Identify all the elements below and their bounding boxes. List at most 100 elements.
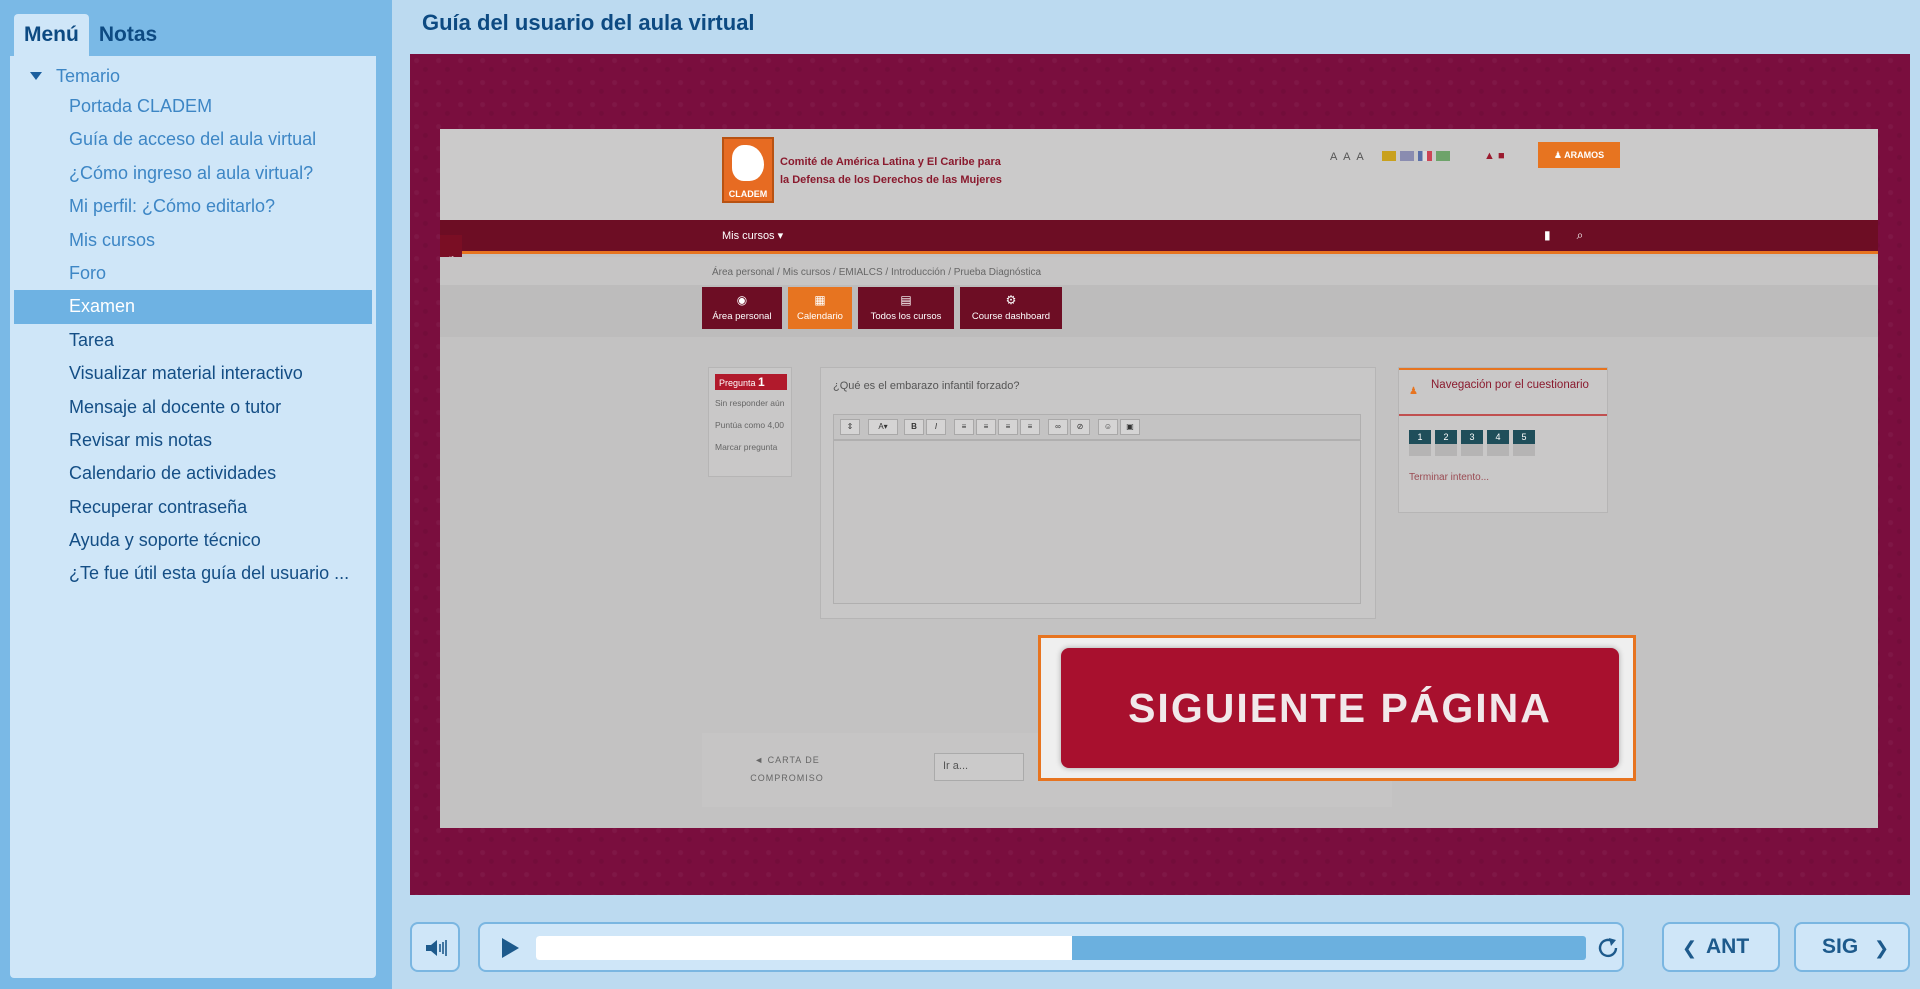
numbered-list-icon: ≡ [976, 419, 996, 435]
next-page-button[interactable]: SIGUIENTE PÁGINA [1061, 648, 1619, 768]
progress-fill [536, 936, 1072, 960]
quiz-navigation-block: ♟ Navegación por el cuestionario 1 2 3 4… [1398, 367, 1608, 513]
question-number-label: 5 [1513, 430, 1535, 444]
toc-panel: Temario Portada CLADEM Guía de acceso del… [10, 56, 376, 978]
quick-link-label: Calendario [797, 311, 843, 322]
toc-item[interactable]: Mensaje al docente o tutor [14, 391, 372, 424]
unlink-icon: ⊘ [1070, 419, 1090, 435]
map-icon [732, 145, 764, 181]
chevron-left-icon: ❮ [1682, 938, 1698, 958]
question-text: ¿Qué es el embarazo infantil forzado? [833, 380, 1020, 392]
question-box: ¿Qué es el embarazo infantil forzado? ⇕ … [820, 367, 1376, 619]
outdent-icon: ≡ [1020, 419, 1040, 435]
next-page-highlight: SIGUIENTE PÁGINA [1038, 635, 1636, 781]
page-title: Guía del usuario del aula virtual [422, 10, 755, 35]
replay-icon[interactable] [1596, 936, 1620, 960]
tab-notas[interactable]: Notas [89, 14, 167, 56]
volume-button[interactable] [410, 922, 460, 972]
toc-item[interactable]: Examen [14, 290, 372, 324]
chevron-right-icon: ❯ [1874, 938, 1890, 958]
toc-item[interactable]: Visualizar material interactivo [14, 357, 372, 390]
moodle-header: CLADEM Comité de América Latina y El Car… [440, 129, 1878, 223]
english-flag-icon [1400, 151, 1414, 161]
question-number-button: 5 [1513, 430, 1535, 456]
moodle-screenshot: CLADEM Comité de América Latina y El Car… [440, 129, 1878, 828]
quick-link-course-dashboard: ⚙ Course dashboard [960, 287, 1062, 329]
tab-menu[interactable]: Menú [14, 14, 89, 56]
org-name: Comité de América Latina y El Caribe par… [780, 153, 1080, 189]
language-flags [1382, 151, 1450, 161]
question-number-button: 4 [1487, 430, 1509, 456]
flag-question: Marcar pregunta [715, 442, 778, 452]
calendar-icon: ▦ [814, 293, 826, 307]
question-number-label: 2 [1435, 430, 1457, 444]
toc-item[interactable]: ¿Cómo ingreso al aula virtual? [14, 157, 372, 190]
question-points: Puntúa como 4,00 [715, 420, 784, 430]
navbar-icons: ▮ ⌕ [1544, 228, 1583, 243]
quick-links-bar: ◉ Área personal ▦ Calendario ▤ Todos los… [440, 285, 1878, 337]
bold-icon: B [904, 419, 924, 435]
answer-editor [833, 440, 1361, 604]
toc-item[interactable]: Recuperar contraseña [14, 491, 372, 524]
font-size-controls: A A A [1330, 151, 1366, 163]
french-flag-icon [1418, 151, 1432, 161]
toc-item[interactable]: Foro [14, 257, 372, 290]
quick-link-todos-los-cursos: ▤ Todos los cursos [858, 287, 954, 329]
previous-activity-link: ◄ CARTA DE COMPROMISO [742, 751, 832, 787]
link-icon: ∞ [1048, 419, 1068, 435]
quick-link-label: Todos los cursos [870, 311, 942, 322]
progress-bar[interactable] [536, 936, 1586, 960]
toc-item[interactable]: Mis cursos [14, 224, 372, 257]
question-number-button: 2 [1435, 430, 1457, 456]
editor-toolbar: ⇕ A▾ B I ≡ ≡ ≡ ≡ ∞ ⊘ ☺ ▣ [833, 414, 1361, 440]
slide-area: CLADEM Comité de América Latina y El Car… [410, 54, 1910, 895]
finish-attempt-link: Terminar intento... [1409, 472, 1490, 483]
sidebar-tabs: Menú Notas [14, 14, 167, 56]
toc-item[interactable]: Calendario de actividades [14, 457, 372, 490]
user-menu-button: ♟ ARAMOS [1538, 142, 1620, 168]
question-number-label: 3 [1461, 430, 1483, 444]
cladem-logo: CLADEM [722, 137, 774, 203]
question-number: 1 [758, 375, 765, 389]
search-icon: ⌕ [1576, 228, 1584, 242]
dashboard-icon: ◉ [736, 293, 748, 307]
question-label: Pregunta 1 [715, 374, 787, 390]
question-number-button: 1 [1409, 430, 1431, 456]
quick-link-area-personal: ◉ Área personal [702, 287, 782, 329]
portuguese-flag-icon [1436, 151, 1450, 161]
toc-item[interactable]: Tarea [14, 324, 372, 357]
cogs-icon: ⚙ [1005, 293, 1017, 307]
toc-list: Portada CLADEM Guía de acceso del aula vi… [14, 90, 372, 591]
toc-item[interactable]: ¿Te fue útil esta guía del usuario ... [14, 557, 372, 590]
toc-item[interactable]: Revisar mis notas [14, 424, 372, 457]
bullet-list-icon: ≡ [954, 419, 974, 435]
italic-icon: I [926, 419, 946, 435]
toc-item[interactable]: Mi perfil: ¿Cómo editarlo? [14, 190, 372, 223]
toc-section-temario[interactable]: Temario [20, 62, 120, 90]
question-number-label: 1 [1409, 430, 1431, 444]
next-button[interactable]: SIG ❯ [1794, 922, 1910, 972]
question-status: Sin responder aún [715, 398, 785, 408]
question-number-buttons: 1 2 3 4 5 [1409, 430, 1535, 456]
quick-link-label: Course dashboard [971, 311, 1051, 322]
play-icon[interactable] [502, 938, 519, 958]
question-info: Pregunta 1 Sin responder aún Puntúa como… [708, 367, 792, 477]
previous-label: ANT [1706, 935, 1750, 958]
moodle-navbar: Mis cursos ▾ ▮ ⌕ [440, 220, 1878, 254]
previous-activity-line1: ◄ CARTA DE [754, 755, 820, 765]
toolbar-toggle-icon: ⇕ [840, 419, 860, 435]
previous-button[interactable]: ❮ ANT [1662, 922, 1780, 972]
previous-activity-line2: COMPROMISO [750, 773, 824, 783]
toc-item[interactable]: Ayuda y soporte técnico [14, 524, 372, 557]
question-number-button: 3 [1461, 430, 1483, 456]
toc-item[interactable]: Portada CLADEM [14, 90, 372, 123]
breadcrumb-text: Área personal / Mis cursos / EMIALCS / I… [712, 267, 1042, 278]
toc-section-label: Temario [56, 66, 121, 86]
caret-down-icon [30, 72, 42, 80]
question-number-label: 4 [1487, 430, 1509, 444]
notification-icons: ▲ ■ [1484, 150, 1505, 162]
font-style-icon: A▾ [868, 419, 898, 435]
spanish-flag-icon [1382, 151, 1396, 161]
next-label: SIG [1822, 935, 1859, 958]
toc-item[interactable]: Guía de acceso del aula virtual [14, 123, 372, 156]
